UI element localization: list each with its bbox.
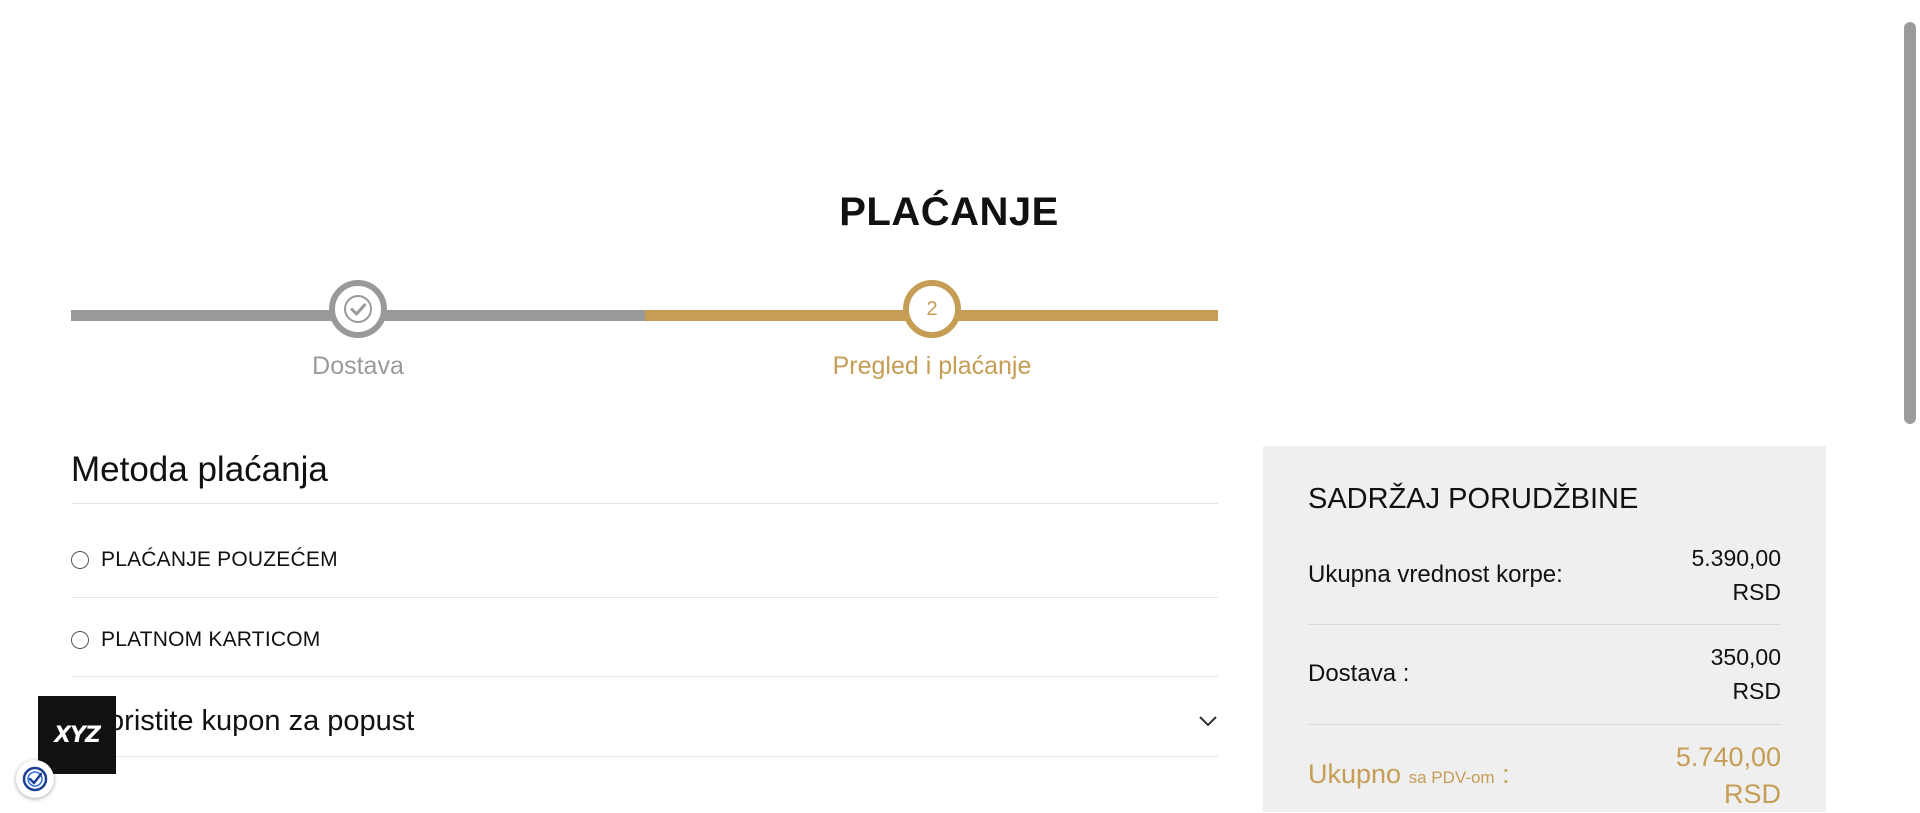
order-summary: SADRŽAJ PORUDŽBINE Ukupna vrednost korpe… xyxy=(1263,446,1826,812)
shipping-amount: 350,00 RSD xyxy=(1711,640,1781,708)
payment-method-title: Metoda plaćanja xyxy=(71,450,328,489)
step-2-number: 2 xyxy=(926,297,938,320)
payment-option-card[interactable]: PLATNOM KARTICOM xyxy=(71,628,320,652)
cart-total-amount: 5.390,00 RSD xyxy=(1691,541,1781,609)
widget-logo: XYZ xyxy=(54,722,101,748)
summary-shipping-row: Dostava : 350,00 RSD xyxy=(1308,640,1781,708)
step-1-circle[interactable] xyxy=(329,280,387,338)
shipping-currency: RSD xyxy=(1732,678,1781,704)
checkout-stepper: 2 Dostava Pregled i plaćanje xyxy=(71,280,1218,390)
divider xyxy=(71,676,1218,677)
total-label-text: Ukupno xyxy=(1308,759,1402,789)
total-label: Ukupno sa PDV-om : xyxy=(1308,759,1510,790)
coupon-toggle[interactable]: Iskoristite kupon za popust xyxy=(71,700,1218,742)
divider xyxy=(71,597,1218,598)
step-2-circle: 2 xyxy=(903,280,961,338)
shipping-label: Dostava : xyxy=(1308,660,1410,687)
step-1-label[interactable]: Dostava xyxy=(208,352,508,381)
page-scrollbar[interactable] xyxy=(1899,0,1920,812)
scrollbar-thumb[interactable] xyxy=(1904,22,1916,424)
floating-logo-widget[interactable]: XYZ xyxy=(38,696,116,774)
cart-total-value: 5.390,00 xyxy=(1691,545,1781,571)
payment-option-cod-label[interactable]: PLAĆANJE POUZEĆEM xyxy=(101,548,338,572)
payment-option-card-label[interactable]: PLATNOM KARTICOM xyxy=(101,628,320,652)
radio-card[interactable] xyxy=(71,631,89,649)
payment-option-cod[interactable]: PLAĆANJE POUZEĆEM xyxy=(71,548,338,572)
radio-cod[interactable] xyxy=(71,551,89,569)
summary-cart-row: Ukupna vrednost korpe: 5.390,00 RSD xyxy=(1308,541,1781,609)
total-currency: RSD xyxy=(1723,779,1781,809)
summary-divider xyxy=(1308,624,1781,625)
step-2-label: Pregled i plaćanje xyxy=(832,352,1032,380)
summary-title: SADRŽAJ PORUDŽBINE xyxy=(1308,483,1639,515)
summary-total-row: Ukupno sa PDV-om : 5.740,00 RSD xyxy=(1308,739,1781,813)
total-colon: : xyxy=(1502,759,1510,789)
divider xyxy=(71,756,1218,757)
cart-total-currency: RSD xyxy=(1732,579,1781,605)
page-title: PLAĆANJE xyxy=(839,190,1059,234)
shield-check-icon[interactable] xyxy=(16,760,54,798)
chevron-down-icon[interactable] xyxy=(1198,715,1218,727)
check-icon xyxy=(344,295,372,323)
total-amount: 5.740,00 RSD xyxy=(1676,739,1781,813)
total-vat-note: sa PDV-om xyxy=(1408,768,1495,787)
summary-divider xyxy=(1308,724,1781,725)
cart-total-label: Ukupna vrednost korpe: xyxy=(1308,561,1563,588)
verified-badge-icon xyxy=(22,766,48,792)
coupon-label[interactable]: Iskoristite kupon za popust xyxy=(71,705,414,738)
divider xyxy=(71,503,1218,504)
shipping-value: 350,00 xyxy=(1710,644,1781,670)
total-value: 5.740,00 xyxy=(1675,742,1781,772)
